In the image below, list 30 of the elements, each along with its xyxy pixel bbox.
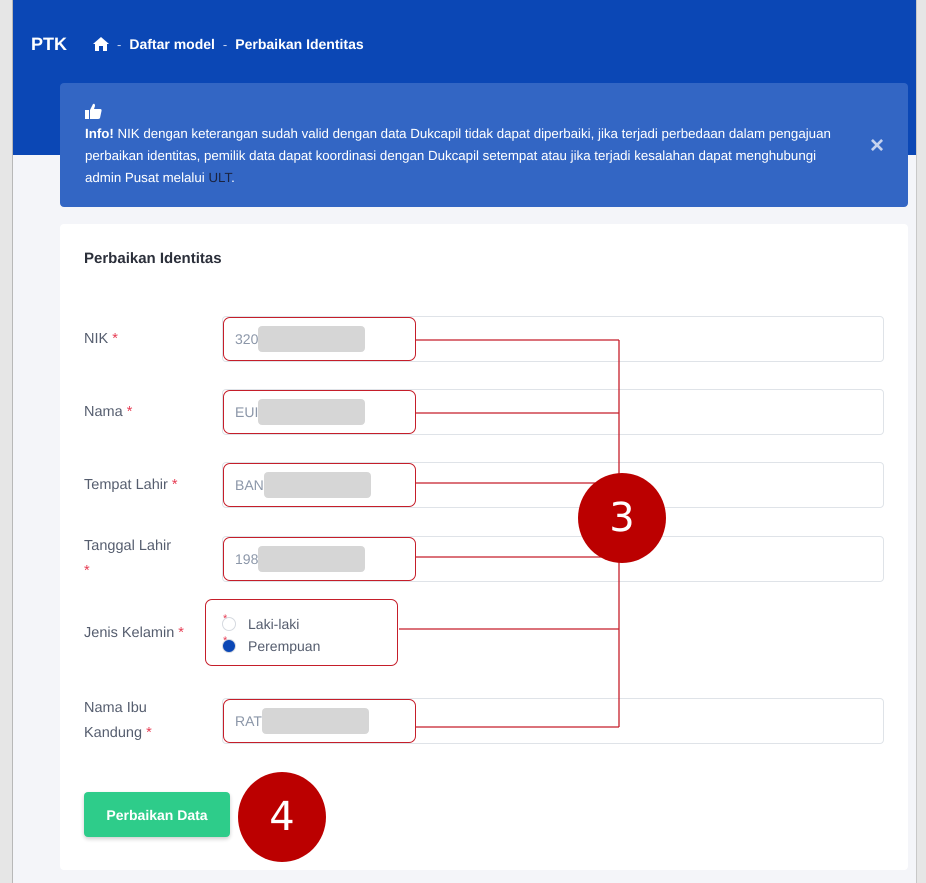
field-label: NIK * (84, 330, 119, 348)
breadcrumb-separator: - (222, 36, 228, 52)
close-button[interactable]: × (870, 132, 884, 160)
field-label: Tempat Lahir * (84, 476, 179, 494)
field-label: Jenis Kelamin * (84, 624, 185, 642)
step-number-badge: 3 (578, 473, 666, 563)
thumbs-up-icon (85, 103, 102, 119)
app-title: PTK (31, 34, 67, 54)
submit-button[interactable]: Perbaikan Data (84, 792, 230, 837)
input-field[interactable]: EUI (222, 389, 884, 435)
required-mark: * (223, 613, 228, 625)
radio-icon[interactable] (222, 617, 236, 631)
form-title: Perbaikan Identitas (84, 250, 223, 267)
radio-icon[interactable] (222, 639, 236, 653)
radio-option[interactable]: * Perempuan (222, 638, 884, 654)
home-icon[interactable] (93, 37, 109, 51)
ult-link[interactable]: ULT (208, 170, 232, 185)
required-mark: * (223, 635, 228, 647)
field-label: Tanggal Lahir * (84, 537, 172, 581)
step-number-badge: 4 (238, 772, 326, 862)
breadcrumb-separator: - (117, 36, 122, 52)
input-field[interactable]: 198 (222, 536, 884, 582)
input-field[interactable]: RAT (222, 698, 884, 744)
radio-option[interactable]: * Laki-laki (222, 616, 884, 632)
info-message: Info! NIK dengan keterangan sudah valid dengan data Dukcapil tidak dapat diperbaiki, jika terjadi perbedaan dalam pengajuan perbaikan identitas, pemilik data dapat koordinasi dengan Dukcapil setempat atau jika terjadi kesalahan dapat menghubungi admin Pusat melalui ULT. (85, 125, 832, 187)
breadcrumb-item: Perbaikan Identitas (235, 36, 364, 52)
input-field[interactable]: 320 (222, 316, 884, 362)
field-label: Nama * (84, 402, 134, 422)
field-label: Nama Ibu Kandung * (84, 699, 153, 743)
breadcrumb-item[interactable]: Daftar model (129, 36, 215, 52)
